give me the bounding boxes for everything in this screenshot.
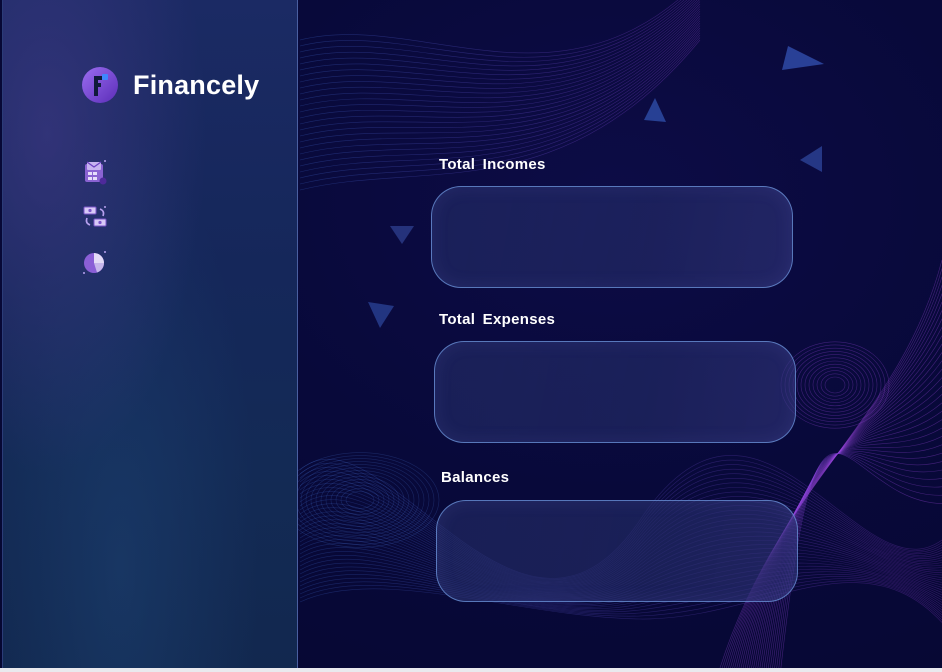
sidebar-item-reports[interactable] <box>81 248 109 276</box>
app-window: Financely Total Incomes Total Expenses B… <box>0 0 942 668</box>
pie-chart-icon <box>83 251 106 274</box>
card-title-expenses: Total Expenses <box>439 311 556 328</box>
app-name: Financely <box>133 69 260 100</box>
brand[interactable]: Financely <box>81 66 259 104</box>
card-title-balances: Balances <box>441 469 510 486</box>
money-exchange-icon <box>83 206 107 227</box>
calculator-money-icon <box>85 160 107 185</box>
sidebar-nav <box>81 158 109 293</box>
sidebar-item-exchange[interactable] <box>81 203 109 231</box>
total-incomes-card <box>431 186 793 288</box>
card-title-incomes: Total Incomes <box>439 156 546 173</box>
total-expenses-card <box>434 341 796 443</box>
decor-triangle <box>390 226 414 244</box>
decor-triangle <box>644 98 666 122</box>
sidebar-item-incomes[interactable] <box>81 158 109 186</box>
sidebar: Financely <box>2 0 298 668</box>
decor-triangle <box>800 146 822 172</box>
balances-card <box>436 500 798 602</box>
decor-triangle <box>782 46 824 70</box>
decor-triangle <box>368 302 394 328</box>
financely-logo-icon <box>82 67 118 103</box>
